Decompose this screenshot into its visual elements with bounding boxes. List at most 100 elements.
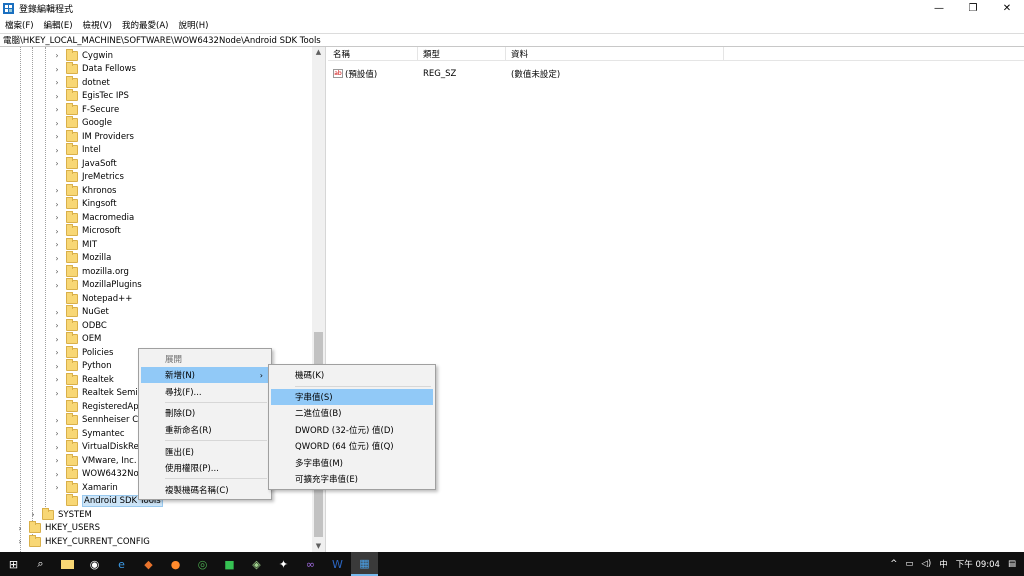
app-icon[interactable]: ✦ (270, 552, 297, 576)
chevron-right-icon[interactable]: › (52, 481, 62, 494)
tree-key[interactable]: › Realtek Semic (52, 386, 142, 400)
notifications-icon[interactable]: ▤ (1008, 559, 1016, 569)
tree-key[interactable]: › JavaSoft (52, 156, 117, 170)
tray-chevron-icon[interactable]: ^ (890, 559, 897, 569)
chevron-right-icon[interactable]: › (52, 279, 62, 292)
context-find[interactable]: 尋找(F)... (141, 384, 269, 400)
chevron-right-icon[interactable]: › (52, 184, 62, 197)
column-header-type[interactable]: 類型 (418, 47, 506, 61)
chevron-right-icon[interactable]: › (52, 306, 62, 319)
chevron-right-icon[interactable]: › (52, 157, 62, 170)
firefox-icon[interactable]: ● (162, 552, 189, 576)
menu-favorites[interactable]: 我的最愛(A) (117, 19, 173, 31)
android-studio-icon[interactable]: ◈ (243, 552, 270, 576)
chevron-right-icon[interactable]: › (52, 76, 62, 89)
chevron-right-icon[interactable]: › (52, 468, 62, 481)
tree-key[interactable]: › OEM (52, 332, 101, 346)
column-header-data[interactable]: 資料 (506, 47, 724, 61)
tree-key-system[interactable]: › SYSTEM (28, 507, 92, 521)
chevron-right-icon[interactable]: › (52, 333, 62, 346)
chevron-right-icon[interactable]: › (52, 49, 62, 62)
tree-key[interactable]: › Policies (52, 345, 113, 359)
chevron-right-icon[interactable]: › (52, 319, 62, 332)
tree-key[interactable]: › EgisTec IPS (52, 89, 129, 103)
context-copy-key-name[interactable]: 複製機碼名稱(C) (141, 482, 269, 498)
tree-key[interactable]: Notepad++ (52, 291, 132, 305)
chevron-right-icon[interactable]: › (52, 130, 62, 143)
tree-key[interactable]: › Xamarin (52, 480, 118, 494)
chevron-right-icon[interactable]: › (52, 360, 62, 373)
regedit-taskbar-icon[interactable]: ▦ (351, 552, 378, 576)
context-rename[interactable]: 重新命名(R) (141, 422, 269, 438)
chevron-right-icon[interactable] (52, 400, 62, 413)
value-row[interactable]: ab (預設值) REG_SZ (數值未設定) (328, 67, 724, 80)
chevron-right-icon[interactable] (52, 171, 62, 184)
tree-key[interactable]: › Google (52, 116, 112, 130)
file-explorer-icon[interactable] (54, 552, 81, 576)
menu-file[interactable]: 檔案(F) (0, 19, 39, 31)
tree-key-hkey-current-config[interactable]: › HKEY_CURRENT_CONFIG (15, 534, 150, 548)
new-multi-string-value[interactable]: 多字串值(M) (271, 455, 433, 471)
context-new[interactable]: 新增(N) › (141, 367, 269, 383)
tree-key[interactable]: › WOW6432No (52, 467, 139, 481)
tree-key[interactable]: › NuGet (52, 305, 109, 319)
new-dword-value[interactable]: DWORD (32-位元) 值(D) (271, 422, 433, 438)
context-delete[interactable]: 刪除(D) (141, 405, 269, 421)
tree-key[interactable]: › VMware, Inc. (52, 453, 137, 467)
tree-key[interactable]: › MozillaPlugins (52, 278, 142, 292)
chevron-right-icon[interactable] (52, 292, 62, 305)
tree-key[interactable]: › Khronos (52, 183, 117, 197)
address-bar[interactable]: 電腦\HKEY_LOCAL_MACHINE\SOFTWARE\WOW6432No… (0, 33, 1024, 47)
chevron-right-icon[interactable]: › (52, 225, 62, 238)
column-header-name[interactable]: 名稱 (328, 47, 418, 61)
chevron-right-icon[interactable]: › (52, 198, 62, 211)
menu-view[interactable]: 檢視(V) (78, 19, 117, 31)
tree-key[interactable]: › ODBC (52, 318, 107, 332)
chevron-right-icon[interactable]: › (52, 346, 62, 359)
chevron-right-icon[interactable]: › (52, 414, 62, 427)
tree-key[interactable]: › IM Providers (52, 129, 134, 143)
menu-edit[interactable]: 編輯(E) (39, 19, 78, 31)
chevron-right-icon[interactable]: › (52, 441, 62, 454)
media-player-icon[interactable]: ◉ (81, 552, 108, 576)
app-icon[interactable]: ◆ (135, 552, 162, 576)
chevron-right-icon[interactable]: › (52, 265, 62, 278)
chevron-right-icon[interactable]: › (52, 454, 62, 467)
minimize-button[interactable]: — (922, 0, 956, 17)
context-permissions[interactable]: 使用權限(P)... (141, 460, 269, 476)
tree-key[interactable]: › MIT (52, 237, 97, 251)
chevron-right-icon[interactable]: › (28, 508, 38, 521)
start-windows-icon[interactable]: ⊞ (0, 552, 27, 576)
scroll-down-arrow-icon[interactable]: ▼ (314, 542, 323, 551)
new-binary-value[interactable]: 二進位值(B) (271, 405, 433, 421)
new-qword-value[interactable]: QWORD (64 位元) 值(Q) (271, 438, 433, 454)
tree-key[interactable]: › Realtek (52, 372, 114, 386)
tree-key[interactable]: › Data Fellows (52, 62, 136, 76)
volume-icon[interactable]: ◁) (921, 559, 931, 569)
menu-help[interactable]: 說明(H) (173, 19, 213, 31)
chevron-right-icon[interactable]: › (52, 211, 62, 224)
chevron-right-icon[interactable]: › (52, 144, 62, 157)
scroll-up-arrow-icon[interactable]: ▲ (314, 48, 323, 57)
line-chat-icon[interactable]: ■ (216, 552, 243, 576)
chevron-right-icon[interactable]: › (52, 90, 62, 103)
tree-key[interactable]: › Sennheiser Co (52, 413, 143, 427)
edge-browser-icon[interactable]: e (108, 552, 135, 576)
chrome-icon[interactable]: ◎ (189, 552, 216, 576)
new-key[interactable]: 機碼(K) (271, 367, 433, 383)
tree-key[interactable]: › Cygwin (52, 48, 113, 62)
word-icon[interactable]: W (324, 552, 351, 576)
tree-key[interactable]: › VirtualDiskRed (52, 440, 144, 454)
tree-key[interactable]: › Python (52, 359, 111, 373)
tree-key[interactable]: › F-Secure (52, 102, 119, 116)
chevron-right-icon[interactable]: › (15, 535, 25, 548)
chevron-right-icon[interactable] (52, 495, 62, 508)
tree-key[interactable]: › dotnet (52, 75, 110, 89)
chevron-right-icon[interactable]: › (52, 117, 62, 130)
tree-key[interactable]: › Kingsoft (52, 197, 117, 211)
context-expand[interactable]: 展開 (141, 351, 269, 367)
tree-key[interactable]: RegisteredApp (52, 399, 144, 413)
chevron-right-icon[interactable]: › (52, 252, 62, 265)
context-export[interactable]: 匯出(E) (141, 444, 269, 460)
ime-indicator[interactable]: 中 (939, 558, 948, 570)
